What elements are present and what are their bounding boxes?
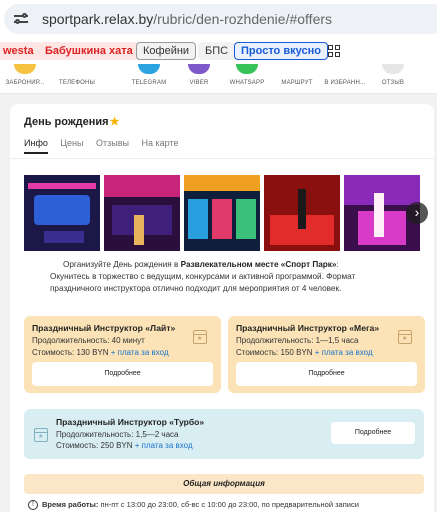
url-path: /rubric/den-rozhdenie/#offers	[153, 11, 333, 27]
description: Организуйте День рождения в Развлекатель…	[50, 259, 420, 295]
action-favorites-label: В ИЗБРАНН...	[324, 80, 366, 86]
book-icon	[14, 64, 36, 74]
offer-price: Стоимость: 150 BYN + плата за вход	[236, 348, 373, 357]
action-review-label: ОТЗЫВ	[381, 80, 405, 86]
description-line-3: праздничного инструктора отлично подходи…	[50, 284, 342, 293]
offer-price: Стоимость: 250 BYN + плата за вход	[56, 441, 193, 450]
info-icon: !	[28, 500, 38, 511]
site-settings-icon[interactable]	[14, 12, 28, 26]
chip-bps[interactable]: БПС	[198, 42, 236, 60]
photo-gallery[interactable]: ›	[24, 175, 428, 251]
description-line-2: Окунитесь в торжество с ведущим, конкурс…	[50, 272, 356, 281]
gallery-photo[interactable]	[24, 175, 100, 251]
viber-icon	[188, 64, 210, 74]
entry-fee-link[interactable]: + плата за вход	[315, 348, 373, 357]
action-telegram[interactable]: TELEGRAM	[124, 64, 174, 86]
tab-prices[interactable]: Цены	[60, 138, 83, 152]
chip-babushkina-hata[interactable]: Бабушкина хата	[38, 42, 140, 60]
gallery-photo[interactable]	[104, 175, 180, 251]
phone-icon	[66, 64, 88, 74]
offer-details-button[interactable]: Подробнее	[236, 362, 417, 386]
action-route[interactable]: МАРШРУТ	[272, 64, 322, 86]
offer-duration: Продолжительность: 1,5—2 часа	[56, 430, 179, 439]
section-title-text: День рождения	[24, 116, 109, 128]
working-hours-row: ! Время работы: пн-пт с 13:00 до 23:00, с…	[24, 500, 437, 511]
favorites-icon	[334, 64, 356, 74]
calendar-star-icon	[398, 330, 412, 344]
offer-duration: Продолжительность: 40 минут	[32, 336, 145, 345]
chip-prosto-vkusno[interactable]: Просто вкусно	[234, 42, 328, 60]
offer-card-mega: Праздничный Инструктор «Мега» Продолжите…	[228, 316, 425, 393]
offer-price: Стоимость: 130 BYN + плата за вход	[32, 348, 169, 357]
action-whatsapp[interactable]: WHATSAPP	[222, 64, 272, 86]
gallery-photo[interactable]	[184, 175, 260, 251]
offer-details-button[interactable]: Подробнее	[32, 362, 213, 386]
url-text[interactable]: sportpark.relax.by/rubric/den-rozhdenie/…	[42, 11, 332, 27]
entry-fee-link[interactable]: + плата за вход	[135, 441, 193, 450]
url-host: sportpark.relax.by	[42, 11, 154, 27]
category-chip-strip: westa Бабушкина хата Кофейни БПС Просто …	[0, 38, 437, 64]
address-bar[interactable]: sportpark.relax.by/rubric/den-rozhdenie/…	[0, 0, 437, 38]
birthday-section-card: День рождения★ Инфо Цены Отзывы На карте	[10, 104, 434, 512]
tab-map[interactable]: На карте	[141, 138, 178, 152]
telegram-icon	[138, 64, 160, 74]
action-route-label: МАРШРУТ	[281, 80, 313, 86]
gallery-photo[interactable]	[264, 175, 340, 251]
offer-name: Праздничный Инструктор «Лайт»	[32, 323, 176, 333]
address-pill[interactable]: sportpark.relax.by/rubric/den-rozhdenie/…	[4, 4, 437, 34]
action-book[interactable]: ЗАБРОНИР...	[0, 64, 50, 86]
gallery-next-button[interactable]: ›	[406, 202, 428, 224]
action-review[interactable]: ОТЗЫВ	[368, 64, 418, 86]
action-viber-label: VIBER	[189, 80, 209, 86]
chevron-right-icon: ›	[414, 204, 420, 220]
action-viber[interactable]: VIBER	[174, 64, 224, 86]
entry-fee-link[interactable]: + плата за вход	[111, 348, 169, 357]
action-favorites[interactable]: В ИЗБРАНН...	[320, 64, 370, 86]
calendar-star-icon	[34, 428, 48, 442]
offer-details-button[interactable]: Подробнее	[331, 422, 415, 444]
tab-reviews[interactable]: Отзывы	[96, 138, 129, 152]
chip-westa[interactable]: westa	[0, 42, 41, 60]
whatsapp-icon	[236, 64, 258, 74]
action-phones[interactable]: ТЕЛЕФОНЫ	[52, 64, 102, 86]
tabs-divider	[10, 158, 434, 159]
tab-info[interactable]: Инфо	[24, 138, 48, 154]
offer-duration: Продолжительность: 1—1,5 часа	[236, 336, 359, 345]
place-name: Развлекательном месте «Спорт Парк»	[180, 260, 337, 269]
grid-menu-icon[interactable]	[328, 45, 340, 57]
action-whatsapp-label: WHATSAPP	[229, 80, 265, 86]
review-icon	[382, 64, 404, 74]
description-line-1: Организуйте День рождения в Развлекатель…	[63, 260, 339, 269]
action-book-label: ЗАБРОНИР...	[5, 80, 45, 86]
star-icon: ★	[109, 116, 120, 128]
working-hours-label: Время работы:	[42, 500, 99, 509]
offer-name: Праздничный Инструктор «Турбо»	[56, 417, 205, 427]
working-hours-text: пн-пт с 13:00 до 23:00, сб-вс с 10:00 до…	[100, 500, 359, 509]
chip-kofeyni[interactable]: Кофейни	[136, 42, 197, 60]
section-tabs: Инфо Цены Отзывы На карте	[24, 138, 188, 154]
offer-card-light: Праздничный Инструктор «Лайт» Продолжите…	[24, 316, 221, 393]
offer-name: Праздничный Инструктор «Мега»	[236, 323, 380, 333]
action-telegram-label: TELEGRAM	[131, 80, 167, 86]
route-icon	[286, 64, 308, 74]
offer-card-turbo: Праздничный Инструктор «Турбо» Продолжит…	[24, 409, 424, 459]
action-phones-label: ТЕЛЕФОНЫ	[58, 80, 96, 86]
general-info-heading: Общая информация	[24, 474, 424, 494]
calendar-star-icon	[193, 330, 207, 344]
contact-actions-row: ЗАБРОНИР... ТЕЛЕФОНЫ TELEGRAM VIBER WHAT…	[0, 64, 437, 94]
section-title: День рождения★	[24, 115, 119, 128]
